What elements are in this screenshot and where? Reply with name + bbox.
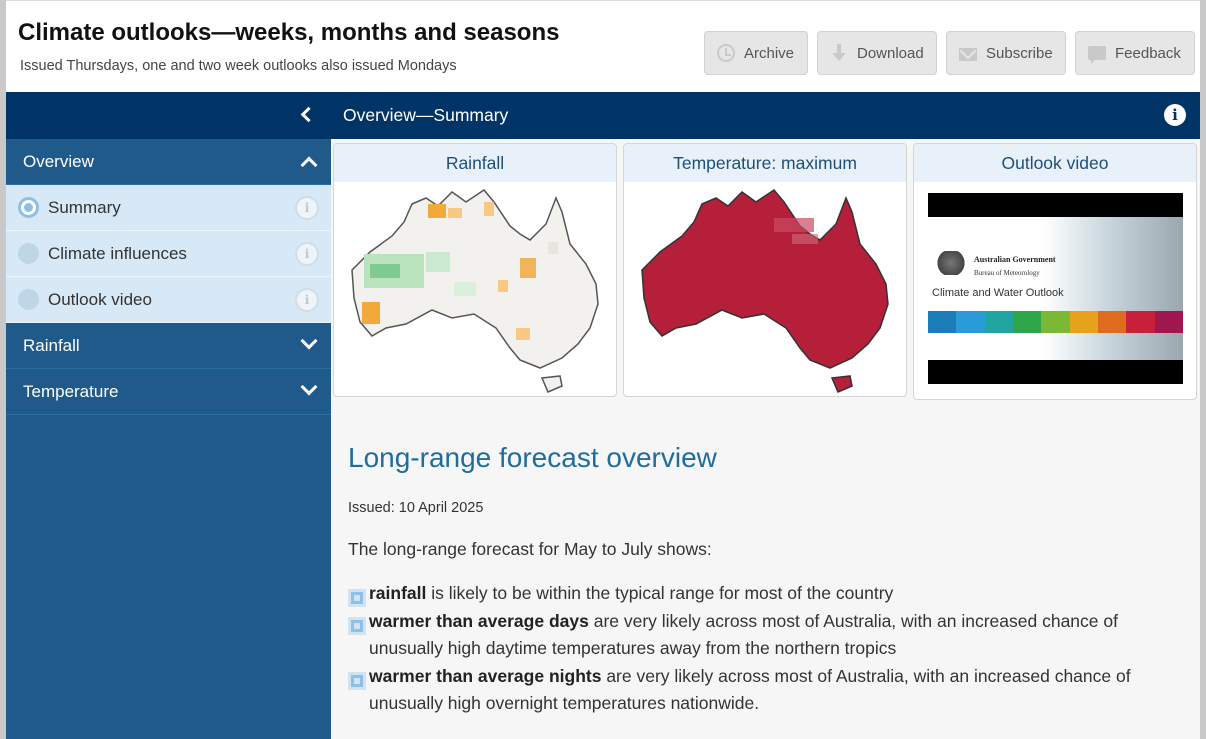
coat-of-arms-logo [932, 251, 972, 277]
download-icon [830, 44, 848, 62]
sidebar-nav: Overview Summary i Climate influences i … [6, 92, 331, 739]
article-title: Long-range forecast overview [348, 442, 717, 473]
radio-selected-icon [18, 197, 39, 218]
subscribe-button[interactable]: Subscribe [946, 31, 1066, 75]
rainfall-card-title: Rainfall [334, 144, 616, 182]
list-item-text: is likely to be within the typical range… [426, 583, 894, 603]
list-item: warmer than average nights are very like… [348, 663, 1178, 718]
list-item-bold: warmer than average nights [369, 665, 602, 686]
rainfall-map [351, 189, 599, 393]
archive-button[interactable]: Archive [704, 31, 808, 75]
rainfall-card[interactable]: Rainfall [333, 143, 617, 397]
envelope-icon [959, 47, 977, 61]
chevron-down-icon [300, 378, 318, 396]
info-icon[interactable]: i [295, 196, 319, 220]
sidebar-section-label: Temperature [23, 381, 119, 401]
chevron-left-icon [300, 106, 317, 123]
gov-label: Australian Government [974, 255, 1056, 264]
info-icon[interactable]: i [295, 242, 319, 266]
sidebar-section-overview[interactable]: Overview [6, 139, 331, 185]
radio-icon [18, 289, 39, 310]
temperature-card[interactable]: Temperature: maximum [623, 143, 907, 397]
sidebar-item-summary[interactable]: Summary i [6, 185, 331, 231]
radio-icon [18, 243, 39, 264]
list-item: warmer than average days are very likely… [348, 608, 1178, 663]
speech-bubble-icon [1088, 46, 1106, 64]
issued-date: Issued: 10 April 2025 [348, 500, 484, 516]
main-heading: Overview—Summary [343, 105, 509, 125]
sidebar-item-outlook-video[interactable]: Outlook video i [6, 277, 331, 323]
sidebar-section-rainfall[interactable]: Rainfall [6, 323, 331, 369]
collapse-sidebar-button[interactable] [295, 103, 319, 127]
sidebar-item-label: Summary [48, 197, 121, 217]
page-header: Climate outlooks—weeks, months and seaso… [6, 0, 1200, 92]
download-label: Download [857, 44, 924, 62]
chevron-up-icon [300, 156, 318, 174]
page-title: Climate outlooks—weeks, months and seaso… [18, 19, 560, 46]
main-heading-bar: Overview—Summary i [331, 92, 1200, 139]
bureau-label: Bureau of Meteorology [974, 269, 1040, 277]
sidebar-item-label: Climate influences [48, 243, 187, 263]
outlook-video-card-title: Outlook video [914, 144, 1196, 182]
video-icon-strip [928, 311, 1183, 333]
clock-icon [717, 44, 735, 62]
list-item-bold: rainfall [369, 583, 427, 603]
outlook-video-card[interactable]: Outlook video Australian Government Bure… [913, 143, 1197, 400]
list-item: rainfall is likely to be within the typi… [348, 580, 1178, 608]
info-icon[interactable]: i [295, 288, 319, 312]
forecast-list: rainfall is likely to be within the typi… [348, 580, 1178, 718]
sidebar-section-label: Rainfall [23, 335, 80, 355]
temperature-card-title: Temperature: maximum [624, 144, 906, 182]
list-item-bold: warmer than average days [369, 610, 589, 631]
article-lead: The long-range forecast for May to July … [348, 539, 712, 559]
video-title: Climate and Water Outlook [932, 287, 1064, 299]
temperature-map [641, 189, 889, 393]
page-subtitle: Issued Thursdays, one and two week outlo… [20, 58, 457, 74]
sidebar-item-label: Outlook video [48, 289, 152, 309]
article: Long-range forecast overview Issued: 10 … [348, 442, 1188, 713]
feedback-label: Feedback [1115, 44, 1181, 62]
feedback-button[interactable]: Feedback [1075, 31, 1195, 75]
info-icon[interactable]: i [1164, 104, 1186, 126]
sidebar-item-climate-influences[interactable]: Climate influences i [6, 231, 331, 277]
download-button[interactable]: Download [817, 31, 937, 75]
archive-label: Archive [744, 44, 795, 62]
main-content: Overview—Summary i Rainfall Temperature:… [331, 92, 1200, 739]
sidebar-section-label: Overview [23, 151, 94, 171]
chevron-down-icon [300, 332, 318, 350]
sidebar-section-temperature[interactable]: Temperature [6, 369, 331, 415]
video-player[interactable]: Australian Government Bureau of Meteorol… [928, 193, 1183, 384]
sidebar-top-bar [6, 92, 331, 139]
subscribe-label: Subscribe [986, 44, 1053, 62]
